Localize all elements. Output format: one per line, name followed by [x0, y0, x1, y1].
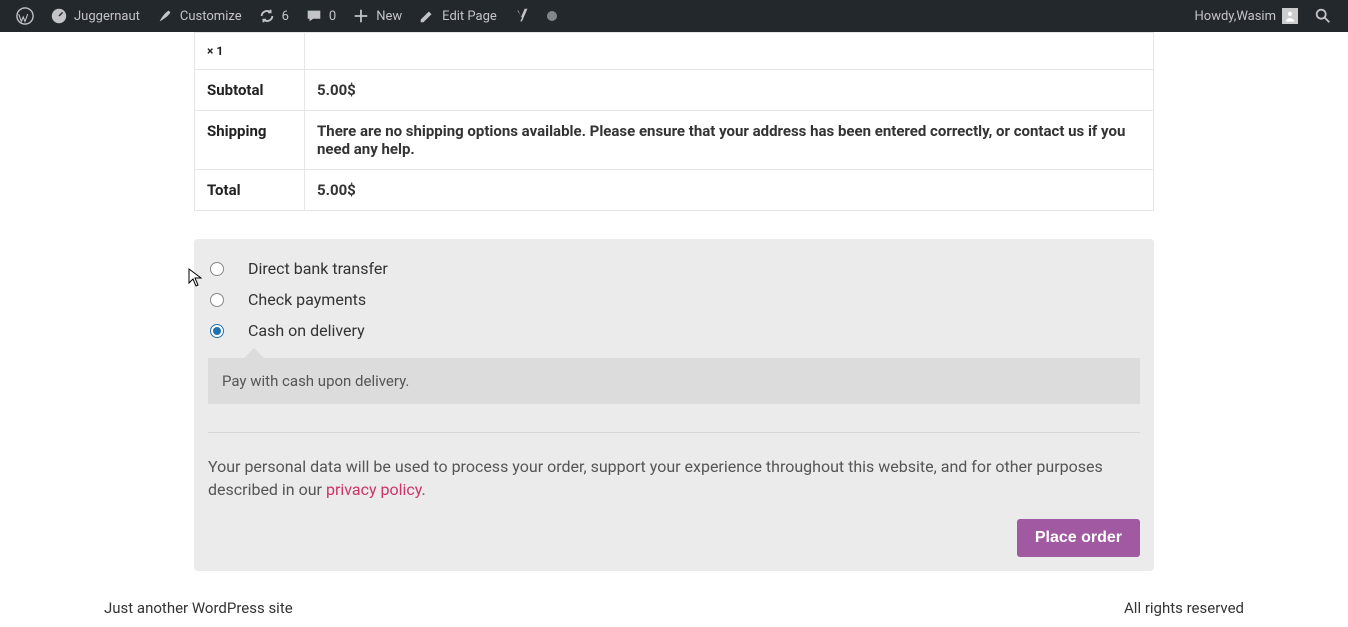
qty-value: [305, 33, 1154, 70]
dashboard-icon: [50, 7, 68, 25]
status-dot[interactable]: [539, 0, 565, 32]
payment-method-cod: Cash on delivery: [208, 315, 1140, 346]
search-icon: [1314, 7, 1332, 25]
footer-rights: All rights reserved: [1124, 599, 1244, 617]
shipping-label: Shipping: [195, 111, 305, 170]
wp-admin-bar: Juggernaut Customize 6 0 New: [0, 0, 1348, 32]
product-qty-row: × 1: [195, 33, 1154, 70]
shipping-row: Shipping There are no shipping options a…: [195, 111, 1154, 170]
checkout-content: × 1 Subtotal 5.00$ Shipping There are no…: [194, 32, 1154, 571]
total-row: Total 5.00$: [195, 170, 1154, 211]
total-label: Total: [195, 170, 305, 211]
wp-logo[interactable]: [8, 0, 42, 32]
yoast-icon: [513, 7, 531, 25]
howdy-user[interactable]: Howdy, Wasim: [1187, 0, 1307, 32]
payment-method-check: Check payments: [208, 284, 1140, 315]
comments-link[interactable]: 0: [297, 0, 344, 32]
updates-icon: [258, 7, 276, 25]
user-avatar-icon: [1282, 8, 1298, 24]
footer-tagline: Just another WordPress site: [104, 599, 293, 617]
total-value: 5.00$: [305, 170, 1154, 211]
radio-bank-transfer[interactable]: [210, 262, 224, 276]
subtotal-label: Subtotal: [195, 70, 305, 111]
edit-page-label: Edit Page: [442, 9, 497, 24]
wordpress-icon: [16, 7, 34, 25]
payment-method-bank: Direct bank transfer: [208, 253, 1140, 284]
site-footer: Just another WordPress site All rights r…: [104, 599, 1244, 627]
payment-methods-list: Direct bank transfer Check payments Cash…: [208, 253, 1140, 354]
payment-description: Pay with cash upon delivery.: [208, 358, 1140, 404]
customize-link[interactable]: Customize: [148, 0, 250, 32]
comment-icon: [305, 7, 323, 25]
radio-bank-label[interactable]: Direct bank transfer: [248, 259, 388, 278]
subtotal-row: Subtotal 5.00$: [195, 70, 1154, 111]
qty-cell: × 1: [195, 33, 305, 70]
privacy-policy-link[interactable]: privacy policy: [326, 480, 422, 499]
customize-label: Customize: [180, 9, 242, 24]
new-content-link[interactable]: New: [344, 0, 410, 32]
edit-page-link[interactable]: Edit Page: [410, 0, 505, 32]
yoast-link[interactable]: [505, 0, 539, 32]
shipping-value: There are no shipping options available.…: [305, 111, 1154, 170]
subtotal-value: 5.00$: [305, 70, 1154, 111]
radio-cash-on-delivery[interactable]: [210, 324, 224, 338]
place-order-button[interactable]: Place order: [1017, 519, 1140, 557]
username: Wasim: [1236, 9, 1276, 24]
grey-status-icon: [547, 11, 557, 21]
updates-count: 6: [282, 9, 289, 24]
radio-check-label[interactable]: Check payments: [248, 290, 366, 309]
privacy-notice: Your personal data will be used to proce…: [208, 432, 1140, 501]
adminbar-search[interactable]: [1306, 0, 1340, 32]
radio-check-payments[interactable]: [210, 293, 224, 307]
howdy-prefix: Howdy,: [1195, 9, 1237, 24]
privacy-text-after: .: [422, 480, 426, 499]
site-name-label: Juggernaut: [74, 9, 140, 24]
plus-icon: [352, 7, 370, 25]
brush-icon: [156, 7, 174, 25]
site-name-link[interactable]: Juggernaut: [42, 0, 148, 32]
radio-cod-label[interactable]: Cash on delivery: [248, 321, 365, 340]
updates-link[interactable]: 6: [250, 0, 297, 32]
order-summary-table: × 1 Subtotal 5.00$ Shipping There are no…: [194, 32, 1154, 211]
comments-count: 0: [329, 9, 336, 24]
new-label: New: [376, 9, 402, 24]
pencil-icon: [418, 7, 436, 25]
payment-section: Direct bank transfer Check payments Cash…: [194, 239, 1154, 571]
